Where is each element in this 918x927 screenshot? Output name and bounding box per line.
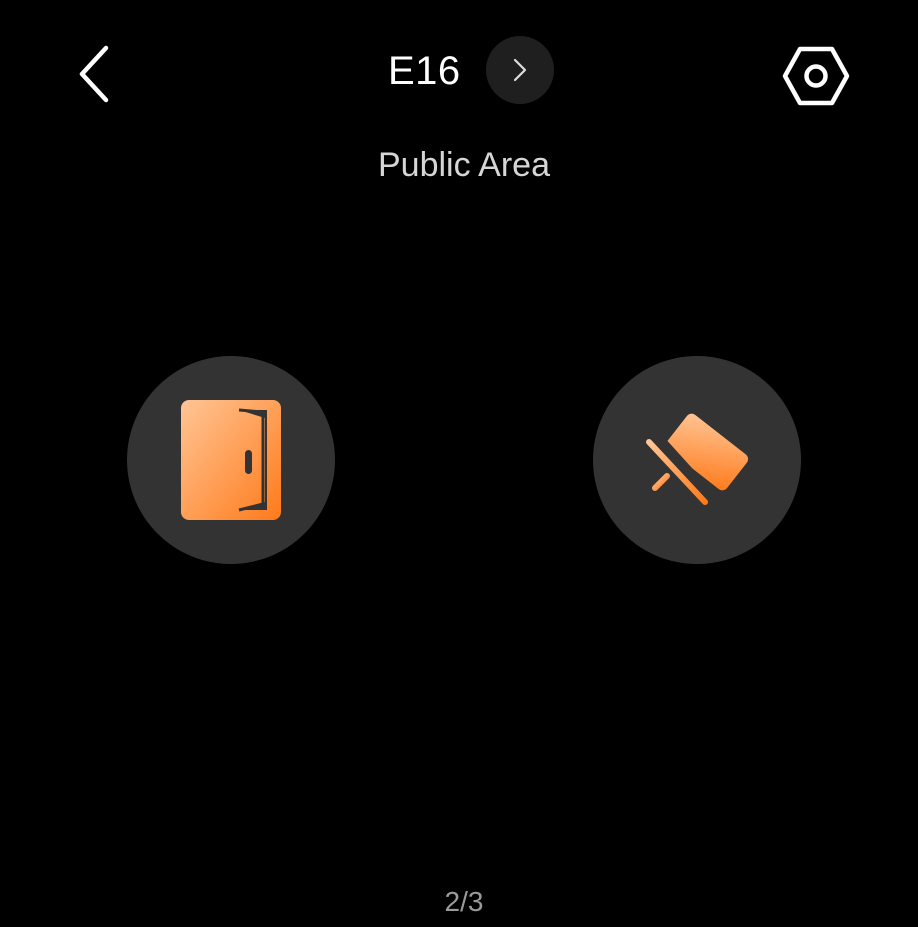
device-screen: E16 Public Area 2/3 <box>0 0 918 927</box>
chevron-left-icon <box>79 45 109 103</box>
chevron-right-icon <box>513 58 527 82</box>
settings-button[interactable] <box>776 38 856 114</box>
unlock-door-button[interactable] <box>127 356 335 564</box>
page-indicator: 2/3 <box>444 886 484 917</box>
hexagon-settings-icon <box>782 46 850 106</box>
device-title-wrap: E16 <box>388 36 461 106</box>
device-title: E16 <box>388 49 461 93</box>
next-device-button[interactable] <box>486 36 554 104</box>
cctv-camera-icon <box>638 413 749 515</box>
door-icon <box>181 400 281 520</box>
location-name: Public Area <box>378 146 550 184</box>
monitor-camera-button[interactable] <box>593 356 801 564</box>
back-button[interactable] <box>62 38 126 110</box>
